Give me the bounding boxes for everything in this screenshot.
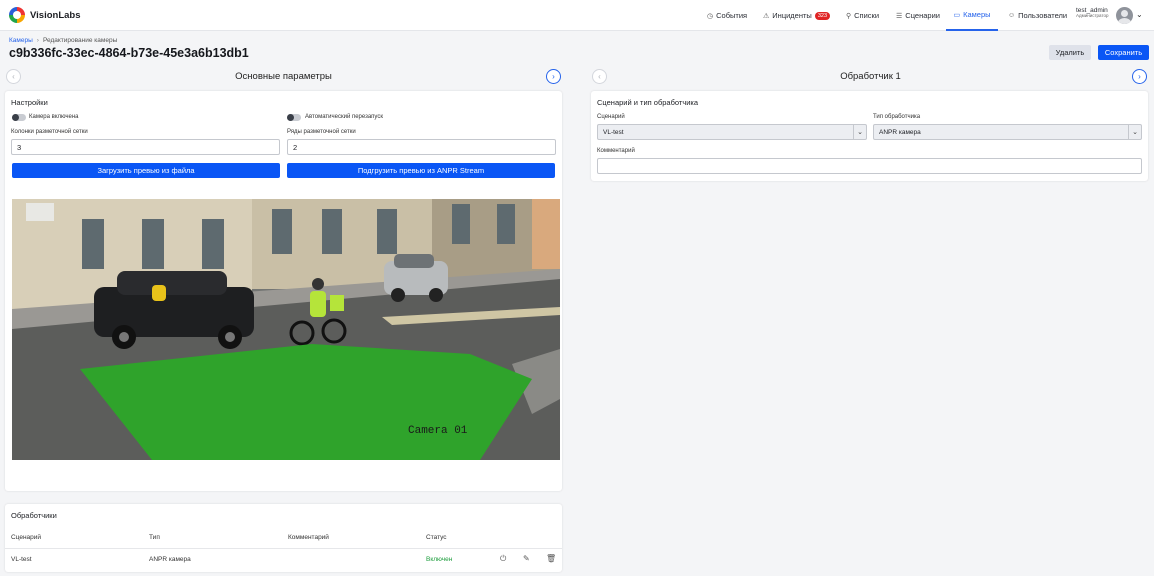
upload-preview-button[interactable]: Загрузить превью из файла — [12, 163, 280, 178]
row-scenario: VL-test — [11, 556, 32, 563]
prev-section-button[interactable]: ‹ — [6, 69, 21, 84]
scenario-select-value: VL-test — [603, 128, 624, 136]
pin-icon: ⚲ — [846, 12, 852, 20]
settings-title: Настройки — [11, 98, 48, 107]
chevron-right-icon: › — [1138, 72, 1141, 81]
nav-scenarios[interactable]: ☰ Сценарии — [896, 0, 940, 31]
handlers-title: Обработчики — [11, 511, 57, 520]
chevron-down-icon[interactable]: ⌄ — [1136, 10, 1143, 19]
breadcrumb-current: Редактирование камеры — [42, 37, 118, 44]
nav-lists-label: Списки — [854, 11, 880, 20]
chevron-right-icon: › — [552, 72, 555, 81]
handler-card-title: Сценарий и тип обработчика — [597, 98, 699, 107]
brand-logo[interactable]: VisionLabs — [9, 7, 81, 23]
comment-label: Комментарий — [597, 148, 635, 154]
breadcrumb-separator-icon: › — [36, 37, 39, 44]
comment-input[interactable] — [597, 158, 1142, 174]
save-button[interactable]: Сохранить — [1098, 45, 1149, 60]
type-label: Тип обработчика — [873, 114, 921, 120]
warning-icon: ⚠ — [763, 12, 770, 20]
user-icon: ☺ — [1008, 12, 1016, 19]
type-select-value: ANPR камера — [879, 128, 921, 136]
row-status: Включен — [426, 556, 453, 563]
nav-lists[interactable]: ⚲ Списки — [846, 0, 879, 31]
table-divider — [5, 548, 562, 549]
col-header-status: Статус — [426, 534, 447, 541]
camera-enabled-toggle[interactable] — [12, 114, 26, 121]
left-section-title: Основные параметры — [235, 70, 332, 82]
chevron-down-icon: ⌄ — [853, 125, 866, 139]
grid-cols-input[interactable]: 3 — [11, 139, 280, 155]
chevron-down-icon: ⌄ — [1128, 125, 1141, 139]
nav-users-label: Пользователи — [1018, 11, 1068, 20]
avatar[interactable] — [1116, 7, 1133, 24]
row-type: ANPR камера — [149, 556, 191, 563]
right-section-title: Обработчик 1 — [840, 70, 901, 82]
edit-icon[interactable]: ✎ — [523, 554, 530, 563]
prev-handler-button[interactable]: ‹ — [592, 69, 607, 84]
auto-restart-label: Автоматический перезапуск — [305, 114, 383, 120]
nav-scenarios-label: Сценарии — [905, 11, 940, 20]
page-title: c9b336fc-33ec-4864-b73e-45e3a6b13db1 — [9, 46, 249, 60]
grid-cols-label: Колонки разметочной сетки — [11, 129, 88, 135]
handlers-card: Обработчики — [5, 504, 562, 572]
brand-name: VisionLabs — [30, 9, 81, 21]
type-select[interactable]: ANPR камера ⌄ — [873, 124, 1142, 140]
delete-button[interactable]: Удалить — [1049, 45, 1091, 60]
user-info[interactable]: test_admin Администратор — [1076, 7, 1108, 19]
auto-restart-toggle[interactable] — [287, 114, 301, 121]
nav-events-label: События — [716, 11, 748, 20]
camera-enabled-label: Камера включена — [29, 114, 79, 120]
clock-icon: ◷ — [707, 12, 714, 20]
handler-card: Сценарий и тип обработчика Сценарий VL-t… — [591, 91, 1148, 181]
chevron-left-icon: ‹ — [12, 72, 15, 81]
nav-incidents-label: Инциденты — [772, 11, 812, 20]
nav-events[interactable]: ◷ События — [707, 0, 747, 31]
camera-preview-image — [12, 199, 560, 460]
scenario-label: Сценарий — [597, 114, 625, 120]
grid-rows-label: Ряды разметочной сетки — [287, 129, 356, 135]
camera-preview[interactable]: Camera 01 — [12, 199, 560, 460]
top-bar: VisionLabs ◷ События ⚠ Инциденты 323 ⚲ С… — [0, 0, 1154, 31]
scenario-select[interactable]: VL-test ⌄ — [597, 124, 867, 140]
next-handler-button[interactable]: › — [1132, 69, 1147, 84]
col-header-comment: Комментарий — [288, 534, 329, 541]
col-header-scenario: Сценарий — [11, 534, 42, 541]
grid-rows-input[interactable]: 2 — [287, 139, 556, 155]
preview-caption: Camera 01 — [408, 425, 468, 437]
chevron-left-icon: ‹ — [598, 72, 601, 81]
nav-users[interactable]: ☺ Пользователи — [1008, 0, 1067, 31]
nav-incidents[interactable]: ⚠ Инциденты 323 — [763, 0, 831, 31]
camera-icon: ▭ — [953, 11, 961, 19]
nav-cameras[interactable]: ▭ Камеры — [946, 0, 998, 31]
incidents-badge: 323 — [814, 11, 831, 20]
trash-icon[interactable]: 🗑 — [546, 554, 556, 563]
logo-icon — [9, 7, 25, 23]
list-icon: ☰ — [896, 12, 903, 20]
nav-cameras-label: Камеры — [963, 10, 991, 19]
breadcrumb-cameras-link[interactable]: Камеры — [9, 37, 33, 44]
power-icon[interactable]: ⏻ — [500, 554, 506, 564]
load-stream-preview-button[interactable]: Подгрузить превью из ANPR Stream — [287, 163, 555, 178]
user-role: Администратор — [1076, 13, 1109, 19]
next-section-button[interactable]: › — [546, 69, 561, 84]
breadcrumb: Камеры › Редактирование камеры — [9, 37, 117, 44]
col-header-type: Тип — [149, 534, 160, 541]
